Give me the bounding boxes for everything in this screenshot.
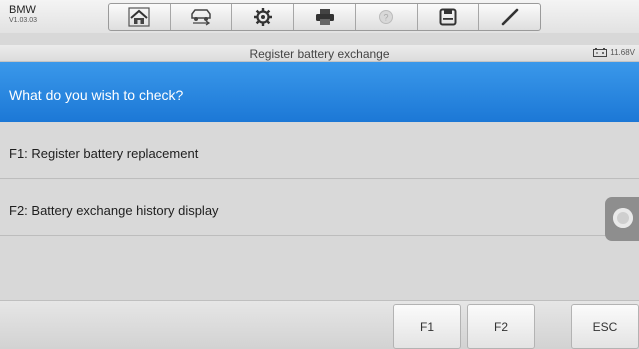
circle-icon bbox=[613, 208, 633, 228]
print-icon bbox=[315, 9, 334, 25]
settings-gear-icon bbox=[253, 8, 272, 26]
app-name: BMW bbox=[9, 4, 36, 16]
floating-assistive-button[interactable] bbox=[605, 197, 639, 241]
battery-voltage: 11.68V bbox=[610, 48, 635, 57]
save-icon bbox=[439, 8, 457, 26]
question-header: What do you wish to check? bbox=[0, 62, 639, 122]
bottom-bar bbox=[0, 300, 639, 349]
question-text: What do you wish to check? bbox=[9, 87, 184, 103]
toolbar: ? bbox=[108, 3, 541, 31]
pen-icon bbox=[501, 8, 518, 26]
option-label: F1: Register battery replacement bbox=[9, 146, 199, 161]
help-button[interactable]: ? bbox=[356, 4, 418, 30]
option-f2-history-display[interactable]: F2: Battery exchange history display bbox=[0, 180, 639, 236]
page-title: Register battery exchange bbox=[249, 47, 390, 61]
f1-button[interactable]: F1 bbox=[393, 304, 461, 349]
vehicle-swap-icon bbox=[191, 9, 211, 26]
print-button[interactable] bbox=[294, 4, 356, 30]
save-button[interactable] bbox=[418, 4, 480, 30]
help-icon: ? bbox=[379, 10, 394, 24]
edit-button[interactable] bbox=[479, 4, 540, 30]
vehicle-swap-button[interactable] bbox=[171, 4, 233, 30]
page-title-bar: Register battery exchange 11.68V bbox=[0, 45, 639, 62]
home-button[interactable] bbox=[109, 4, 171, 30]
option-label: F2: Battery exchange history display bbox=[9, 203, 219, 218]
app-version: V1.03.03 bbox=[9, 17, 38, 24]
svg-text:?: ? bbox=[384, 13, 389, 23]
battery-status: 11.68V bbox=[593, 48, 635, 57]
f2-button[interactable]: F2 bbox=[467, 304, 535, 349]
top-bar: BMW V1.03.03 ? bbox=[0, 0, 639, 33]
settings-button[interactable] bbox=[232, 4, 295, 30]
battery-icon bbox=[593, 48, 608, 57]
esc-button[interactable]: ESC bbox=[571, 304, 639, 349]
option-f1-register-replacement[interactable]: F1: Register battery replacement bbox=[0, 123, 639, 179]
home-icon bbox=[128, 7, 150, 27]
